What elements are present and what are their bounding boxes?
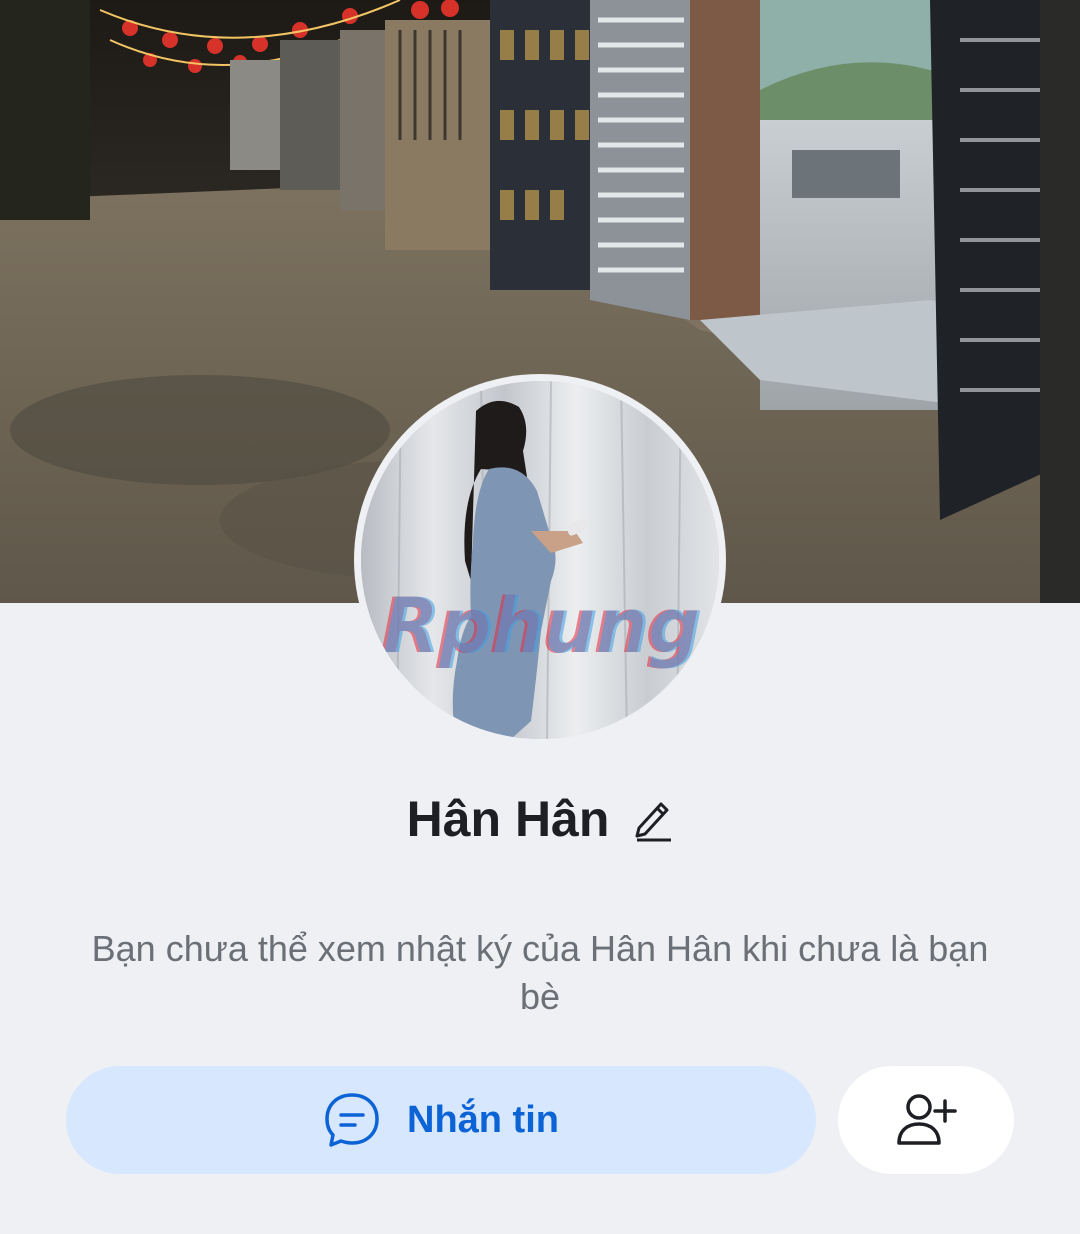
message-button[interactable]: Nhắn tin bbox=[66, 1066, 816, 1174]
add-friend-button[interactable] bbox=[838, 1066, 1014, 1174]
avatar-watermark: Rphung bbox=[383, 581, 703, 670]
add-friend-icon bbox=[895, 1091, 957, 1149]
message-button-label: Nhắn tin bbox=[407, 1098, 559, 1141]
avatar-frame: Rphung bbox=[354, 374, 726, 746]
profile-name: Hân Hân bbox=[406, 791, 610, 847]
avatar[interactable]: Rphung bbox=[361, 381, 719, 739]
privacy-notice: Bạn chưa thể xem nhật ký của Hân Hân khi… bbox=[91, 928, 989, 1017]
profile-name-row: Hân Hân bbox=[0, 790, 1080, 848]
pencil-edit-icon[interactable] bbox=[633, 796, 673, 842]
chat-bubble-icon bbox=[323, 1091, 381, 1149]
avatar-photo bbox=[361, 381, 719, 739]
